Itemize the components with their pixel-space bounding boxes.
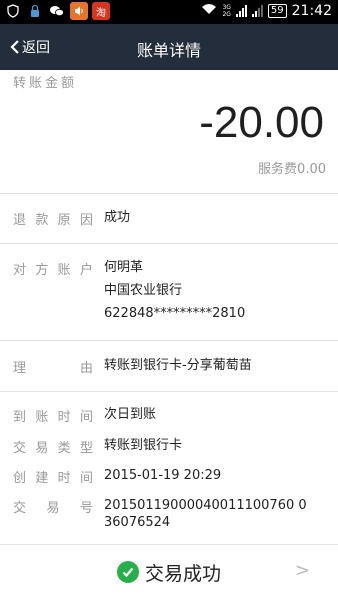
arrival-time-value: 次日到账 [104,407,157,422]
transaction-type-label: 交 易 类 型 [13,441,93,456]
transaction-status-text: 交易成功 [144,562,221,585]
counterparty-name: 何明革 [104,260,144,275]
refund-reason-value: 成功 [104,210,131,225]
amount-label: 转账金额 [13,76,78,91]
signal-icon-2 [251,5,263,17]
check-circle-icon [116,561,139,583]
status-bar: 淘 3G 2G 59 21:42 [0,0,338,24]
transaction-status-button[interactable]: 交易成功 > [0,548,338,596]
taobao-icon: 淘 [92,2,110,20]
transaction-id-line2: 36076524 [104,515,171,530]
wechat-icon [48,2,66,20]
amount-value: -20.00 [199,98,324,147]
divider [0,544,338,545]
counterparty-label: 对 方 账 户 [13,263,93,278]
refund-reason-label: 退 款 原 因 [13,213,93,228]
divider [0,340,338,341]
header-bar: 返回 账单详情 [0,24,338,70]
reason-label: 理 由 [13,361,93,376]
shield-icon [4,2,22,20]
signal-icon [235,5,247,17]
clock: 21:42 [291,3,332,19]
counterparty-card: 622848*********2810 [104,306,246,321]
arrival-time-label: 到 账 时 间 [13,410,93,425]
created-time-label: 创 建 时 间 [13,471,93,486]
reason-value: 转账到银行卡-分享葡萄苗 [104,358,252,373]
created-time-value: 2015-01-19 20:29 [104,468,222,483]
battery-icon: 59 [267,4,287,18]
divider [0,193,338,194]
counterparty-bank: 中国农业银行 [104,283,183,298]
network-type: 3G 2G [222,4,231,18]
wifi-icon [201,3,217,19]
divider [0,391,338,392]
chevron-right-icon: > [294,560,310,581]
transaction-type-value: 转账到银行卡 [104,438,183,453]
android-lock-icon [26,2,44,20]
transaction-id-label: 交 易 号 [13,501,93,516]
divider [0,243,338,244]
sound-icon [70,2,88,20]
page-title: 账单详情 [136,41,201,60]
service-fee: 服务费0.00 [258,162,326,177]
